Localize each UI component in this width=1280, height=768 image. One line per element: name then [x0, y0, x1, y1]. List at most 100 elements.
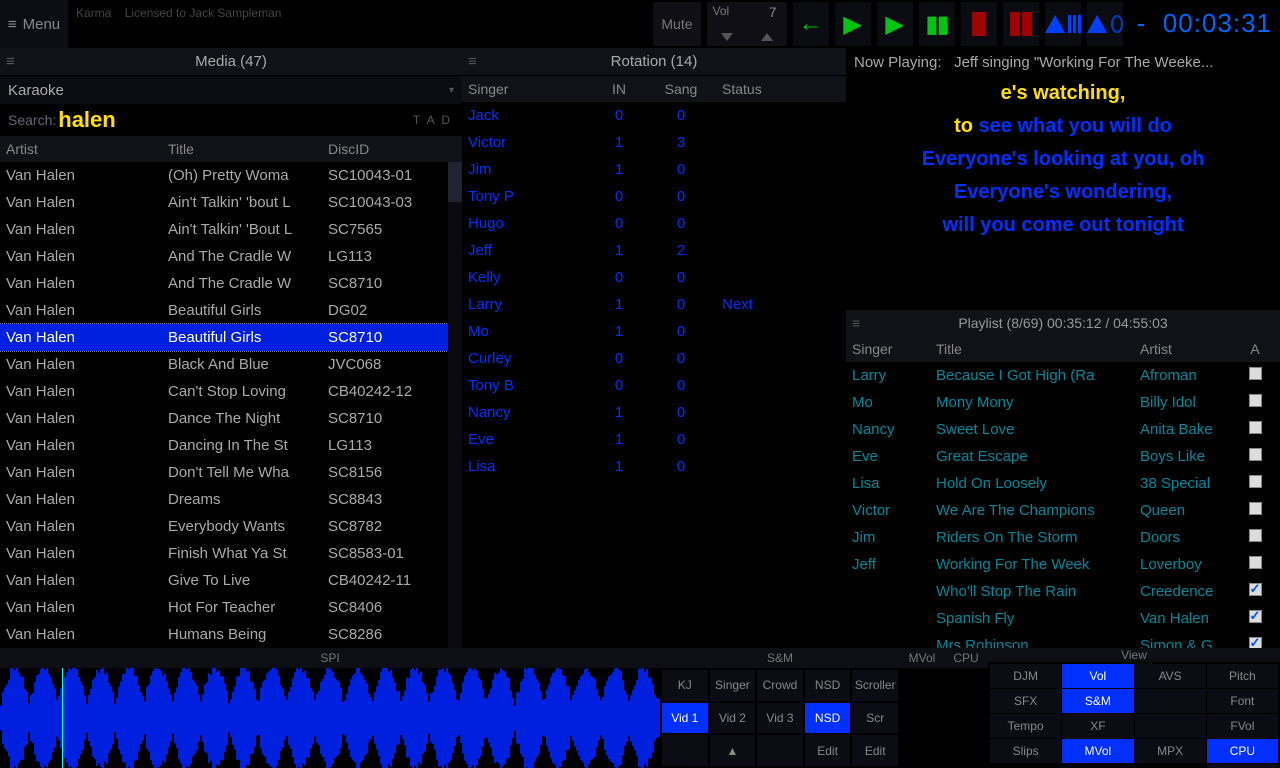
playlist-row[interactable]: Spanish FlyVan Halen: [846, 605, 1280, 632]
prev-button[interactable]: ←: [793, 2, 829, 46]
media-row[interactable]: Van HalenEverybody WantsSC8782: [0, 513, 462, 540]
auto-checkbox[interactable]: [1249, 583, 1262, 596]
sm-button[interactable]: ▲: [710, 735, 756, 766]
playlist-row[interactable]: LisaHold On Loosely38 Special: [846, 470, 1280, 497]
rotation-row[interactable]: Kelly00: [462, 264, 846, 291]
sm-button[interactable]: Scr: [852, 703, 898, 734]
playlist-row[interactable]: LarryBecause I Got High (RaAfroman: [846, 362, 1280, 389]
sm-button[interactable]: Crowd: [757, 670, 803, 701]
grip-icon[interactable]: ≡: [852, 315, 860, 331]
category-dropdown[interactable]: Karaoke▾: [0, 76, 462, 104]
auto-checkbox[interactable]: [1249, 502, 1262, 515]
waveform-display[interactable]: [0, 668, 660, 768]
rotation-row[interactable]: Tony P00: [462, 183, 846, 210]
play-button[interactable]: ▶: [835, 2, 871, 46]
view-button[interactable]: [1135, 689, 1206, 713]
sm-button[interactable]: Vid 2: [710, 703, 756, 734]
playlist-row[interactable]: JeffWorking For The WeekLoverboy: [846, 551, 1280, 578]
view-button[interactable]: [1135, 714, 1206, 738]
rotation-row[interactable]: Curley00: [462, 345, 846, 372]
grip-icon[interactable]: ≡: [6, 53, 15, 70]
view-button[interactable]: MPX: [1135, 739, 1206, 763]
auto-checkbox[interactable]: [1249, 529, 1262, 542]
rotation-row[interactable]: Larry10Next: [462, 291, 846, 318]
media-row[interactable]: Van HalenBlack And BlueJVC068: [0, 351, 462, 378]
volume-box[interactable]: Vol 7: [707, 2, 787, 46]
grip-icon[interactable]: ≡: [468, 53, 477, 70]
sm-button[interactable]: [662, 735, 708, 766]
tad-toggles[interactable]: T A D: [413, 113, 462, 127]
auto-checkbox[interactable]: [1249, 394, 1262, 407]
menu-button[interactable]: ≡Menu: [0, 0, 68, 48]
media-row[interactable]: Van HalenDance The NightSC8710: [0, 405, 462, 432]
media-row[interactable]: Van HalenBeautiful GirlsDG02: [0, 297, 462, 324]
view-button[interactable]: SFX: [990, 689, 1061, 713]
view-button[interactable]: Slips: [990, 739, 1061, 763]
rotation-row[interactable]: Lisa10: [462, 453, 846, 480]
view-button[interactable]: Pitch: [1207, 664, 1278, 688]
sm-button[interactable]: NSD: [805, 703, 851, 734]
media-row[interactable]: Van HalenHot For TeacherSC8406: [0, 594, 462, 621]
playlist-row[interactable]: MoMony MonyBilly Idol: [846, 389, 1280, 416]
media-row[interactable]: Van HalenAin't Talkin' 'bout LSC10043-03: [0, 189, 462, 216]
playlist-row[interactable]: EveGreat EscapeBoys Like: [846, 443, 1280, 470]
media-row[interactable]: Van HalenDreamsSC8843: [0, 486, 462, 513]
play2-button[interactable]: ▶: [877, 2, 913, 46]
view-button[interactable]: XF: [1062, 714, 1133, 738]
sm-button[interactable]: Vid 1: [662, 703, 708, 734]
sm-button[interactable]: Edit: [852, 735, 898, 766]
media-row[interactable]: Van HalenFinish What Ya StSC8583-01: [0, 540, 462, 567]
media-row[interactable]: Van HalenAnd The Cradle WLG113: [0, 243, 462, 270]
rotation-row[interactable]: Jack00: [462, 102, 846, 129]
playlist-row[interactable]: Who'll Stop The RainCreedence: [846, 578, 1280, 605]
rotation-row[interactable]: Jim10: [462, 156, 846, 183]
vol-up-icon[interactable]: [761, 33, 773, 41]
view-button[interactable]: Font: [1207, 689, 1278, 713]
sm-button[interactable]: KJ: [662, 670, 708, 701]
sm-button[interactable]: Edit: [805, 735, 851, 766]
search-input[interactable]: halen: [56, 107, 115, 133]
media-row[interactable]: Van HalenDancing In The StLG113: [0, 432, 462, 459]
rotation-row[interactable]: Tony B00: [462, 372, 846, 399]
media-row[interactable]: Van HalenHumans BeingSC8286: [0, 621, 462, 648]
eq-button[interactable]: [1045, 2, 1081, 46]
view-button[interactable]: CPU: [1207, 739, 1278, 763]
view-button[interactable]: Vol: [1062, 664, 1133, 688]
media-row[interactable]: Van HalenGive To LiveCB40242-11: [0, 567, 462, 594]
media-row[interactable]: Van HalenDon't Tell Me WhaSC8156: [0, 459, 462, 486]
rotation-row[interactable]: Nancy10: [462, 399, 846, 426]
view-button[interactable]: MVol: [1062, 739, 1133, 763]
media-row[interactable]: Van HalenCan't Stop LovingCB40242-12: [0, 378, 462, 405]
auto-checkbox[interactable]: [1249, 475, 1262, 488]
record-button[interactable]: [1003, 2, 1039, 46]
settings-blue-button[interactable]: [1087, 2, 1123, 46]
view-button[interactable]: Tempo: [990, 714, 1061, 738]
rotation-row[interactable]: Victor13: [462, 129, 846, 156]
playlist-row[interactable]: VictorWe Are The ChampionsQueen: [846, 497, 1280, 524]
auto-checkbox[interactable]: [1249, 610, 1262, 623]
vol-down-icon[interactable]: [721, 33, 733, 41]
view-button[interactable]: FVol: [1207, 714, 1278, 738]
sm-button[interactable]: NSD: [805, 670, 851, 701]
sm-button[interactable]: Scroller: [852, 670, 898, 701]
auto-checkbox[interactable]: [1249, 448, 1262, 461]
playlist-row[interactable]: Mrs RobinsonSimon & G: [846, 632, 1280, 648]
media-row[interactable]: Van HalenBeautiful GirlsSC8710: [0, 324, 462, 351]
view-button[interactable]: DJM: [990, 664, 1061, 688]
view-button[interactable]: AVS: [1135, 664, 1206, 688]
sm-button[interactable]: Singer: [710, 670, 756, 701]
rotation-row[interactable]: Mo10: [462, 318, 846, 345]
rotation-row[interactable]: Eve10: [462, 426, 846, 453]
rotation-row[interactable]: Hugo00: [462, 210, 846, 237]
media-row[interactable]: Van HalenAin't Talkin' 'Bout LSC7565: [0, 216, 462, 243]
auto-checkbox[interactable]: [1249, 367, 1262, 380]
auto-checkbox[interactable]: [1249, 421, 1262, 434]
rotation-row[interactable]: Jeff12: [462, 237, 846, 264]
view-button[interactable]: S&M: [1062, 689, 1133, 713]
media-row[interactable]: Van Halen(Oh) Pretty WomaSC10043-01: [0, 162, 462, 189]
auto-checkbox[interactable]: [1249, 637, 1262, 648]
playlist-row[interactable]: NancySweet LoveAnita Bake: [846, 416, 1280, 443]
stop-button[interactable]: [961, 2, 997, 46]
mute-button[interactable]: Mute: [653, 2, 700, 46]
media-row[interactable]: Van HalenAnd The Cradle WSC8710: [0, 270, 462, 297]
